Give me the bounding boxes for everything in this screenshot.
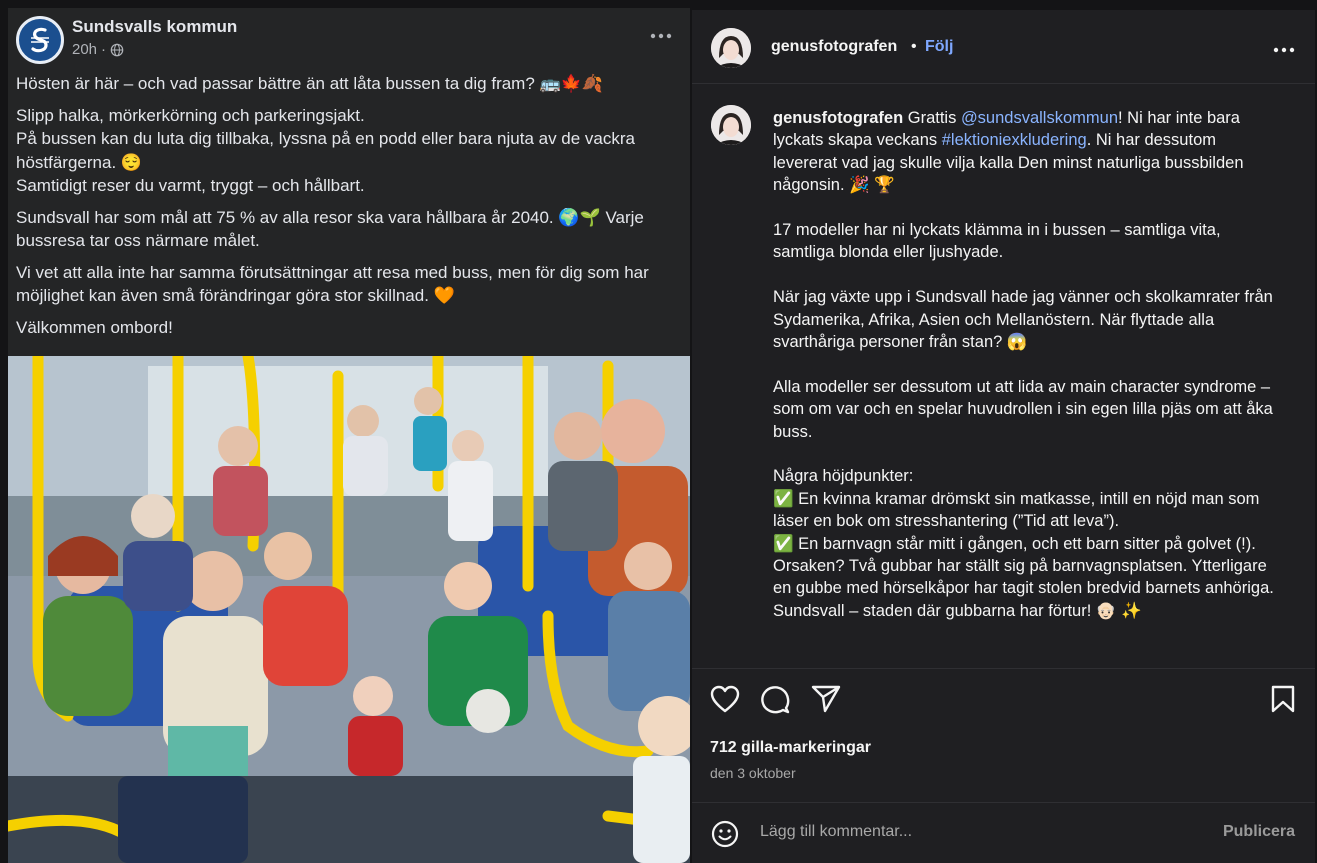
page-name[interactable]: Sundsvalls kommun (72, 17, 237, 37)
comment-bar: Publicera (692, 802, 1315, 863)
post-paragraph: Slipp halka, mörkerkörning och parkering… (16, 105, 636, 196)
post-caption: genusfotografen Grattis @sundsvallskommu… (773, 107, 1283, 622)
post-meta: 20h · (72, 41, 124, 58)
publish-button[interactable]: Publicera (1223, 823, 1295, 841)
emoji-button[interactable] (711, 820, 739, 848)
separator-dot: • (911, 38, 917, 55)
like-count[interactable]: 712 gilla-markeringar (710, 739, 871, 757)
post-header: genusfotografen • Följ (692, 10, 1315, 84)
hashtag-link[interactable]: #lektioniexkludering (942, 131, 1087, 149)
avatar[interactable] (711, 105, 751, 145)
post-date[interactable]: den 3 oktober (710, 765, 796, 781)
emoji-icon (711, 820, 739, 848)
post-photo[interactable] (8, 356, 690, 863)
more-horizontal-icon (650, 33, 672, 39)
instagram-post: genusfotografen • Följ genusfotografen G… (692, 10, 1315, 863)
post-time[interactable]: 20h (72, 41, 97, 58)
post-paragraph: Sundsvall har som mål att 75 % av alla r… (16, 207, 644, 251)
post-header: Sundsvalls kommun 20h · (8, 8, 690, 68)
caption-username[interactable]: genusfotografen (773, 109, 903, 127)
post-text: Hösten är här – och vad passar bättre än… (16, 72, 684, 347)
send-icon (811, 685, 841, 713)
follow-button[interactable]: Följ (925, 38, 953, 56)
caption-paragraph: ✅ En kvinna kramar drömskt sin matkasse,… (773, 489, 1260, 531)
post-paragraph: Vi vet att alla inte har samma förutsätt… (16, 262, 649, 306)
sundsvall-crest-icon (31, 27, 49, 53)
more-horizontal-icon (1273, 47, 1295, 53)
share-button[interactable] (811, 685, 841, 713)
post-actions: 712 gilla-markeringar den 3 oktober Publ… (692, 668, 1315, 863)
caption-paragraph: ✅ En barnvagn står mitt i gången, och et… (773, 534, 1274, 620)
more-options-button[interactable] (650, 22, 672, 45)
more-options-button[interactable] (1273, 36, 1295, 59)
caption-paragraph: När jag växte upp i Sundsvall hade jag v… (773, 288, 1273, 352)
comment-button[interactable] (760, 685, 790, 715)
like-button[interactable] (710, 685, 740, 713)
bus-interior-photo (8, 356, 690, 863)
profile-photo (711, 28, 751, 68)
post-paragraph: Välkommen ombord! (16, 317, 173, 337)
post-username[interactable]: genusfotografen (771, 38, 897, 56)
bookmark-icon (1271, 685, 1295, 713)
caption-paragraph: Alla modeller ser dessutom ut att lida a… (773, 377, 1273, 441)
save-button[interactable] (1270, 685, 1296, 713)
post-paragraph: Hösten är här – och vad passar bättre än… (16, 74, 604, 93)
facebook-post: Sundsvalls kommun 20h · Hösten är här – … (8, 8, 690, 863)
globe-icon (110, 43, 124, 56)
avatar[interactable] (711, 28, 751, 68)
heart-icon (710, 685, 740, 713)
comment-input[interactable] (760, 823, 1200, 841)
comment-icon (761, 686, 790, 714)
profile-photo (711, 105, 751, 145)
comments-area: genusfotografen Grattis @sundsvallskommu… (692, 85, 1315, 668)
page-avatar[interactable] (16, 16, 64, 64)
mention-link[interactable]: @sundsvallskommun (961, 109, 1118, 127)
caption-paragraph: Några höjdpunkter: (773, 467, 914, 486)
caption-paragraph: 17 modeller har ni lyckats klämma in i b… (773, 221, 1221, 262)
